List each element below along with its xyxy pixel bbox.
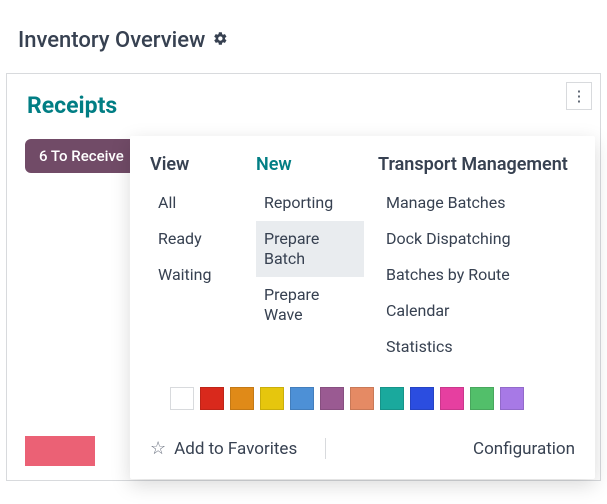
kebab-menu-button[interactable]: ⋮ — [566, 82, 592, 110]
col-heading-view: View — [150, 154, 242, 175]
color-swatch-3[interactable] — [260, 387, 284, 410]
color-swatch-5[interactable] — [320, 387, 344, 410]
panel-title: Receipts — [7, 74, 600, 131]
view-waiting[interactable]: Waiting — [150, 257, 242, 293]
color-swatch-4[interactable] — [290, 387, 314, 410]
tm-calendar[interactable]: Calendar — [378, 293, 575, 329]
color-swatch-7[interactable] — [380, 387, 404, 410]
view-all[interactable]: All — [150, 185, 242, 221]
tm-manage-batches[interactable]: Manage Batches — [378, 185, 575, 221]
color-swatch-6[interactable] — [350, 387, 374, 410]
color-swatch-row — [130, 377, 595, 424]
col-heading-new: New — [256, 154, 364, 175]
col-heading-transport: Transport Management — [378, 154, 575, 175]
view-ready[interactable]: Ready — [150, 221, 242, 257]
color-swatch-0[interactable] — [170, 387, 194, 410]
gear-icon[interactable] — [213, 31, 228, 50]
to-receive-badge[interactable]: 6 To Receive — [25, 139, 138, 173]
tm-dock-dispatching[interactable]: Dock Dispatching — [378, 221, 575, 257]
add-to-favorites-button[interactable]: ☆ Add to Favorites — [150, 438, 326, 459]
progress-bar — [25, 436, 95, 466]
new-prepare-wave[interactable]: Prepare Wave — [256, 277, 364, 333]
color-swatch-1[interactable] — [200, 387, 224, 410]
page-title: Inventory Overview — [18, 28, 205, 53]
new-prepare-batch[interactable]: Prepare Batch — [256, 221, 364, 277]
tm-statistics[interactable]: Statistics — [378, 329, 575, 365]
color-swatch-2[interactable] — [230, 387, 254, 410]
favorites-label: Add to Favorites — [174, 439, 297, 459]
color-swatch-10[interactable] — [470, 387, 494, 410]
tm-batches-by-route[interactable]: Batches by Route — [378, 257, 575, 293]
new-reporting[interactable]: Reporting — [256, 185, 364, 221]
color-swatch-9[interactable] — [440, 387, 464, 410]
configuration-button[interactable]: Configuration — [445, 439, 575, 459]
color-swatch-11[interactable] — [500, 387, 524, 410]
menu-popup: View All Ready Waiting New Reporting Pre… — [130, 136, 595, 479]
star-icon: ☆ — [150, 438, 166, 459]
color-swatch-8[interactable] — [410, 387, 434, 410]
